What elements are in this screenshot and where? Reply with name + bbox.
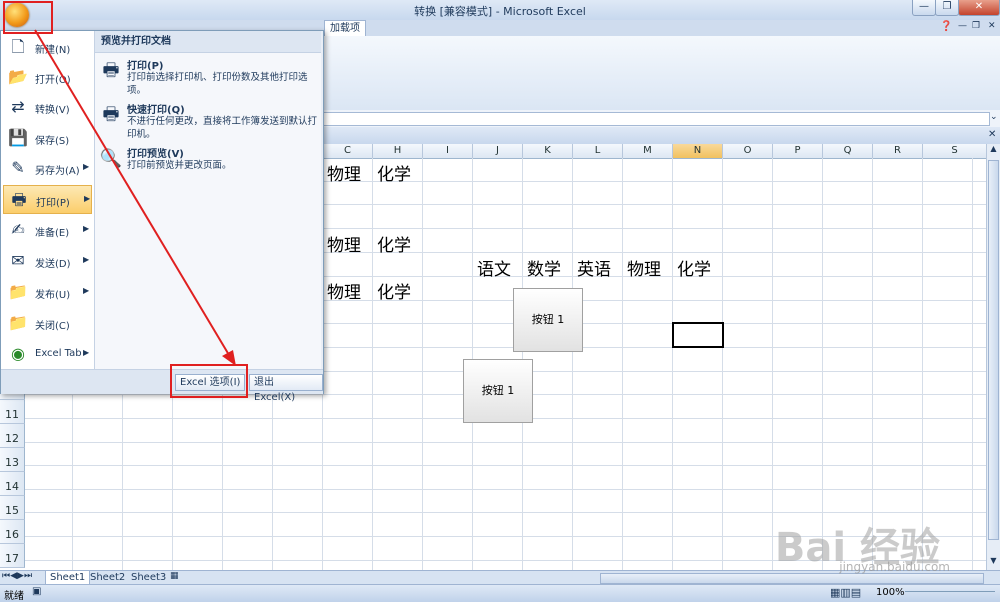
baidu-watermark-url: jingyan.baidu.com <box>839 560 950 574</box>
annotation-arrow <box>34 29 236 366</box>
